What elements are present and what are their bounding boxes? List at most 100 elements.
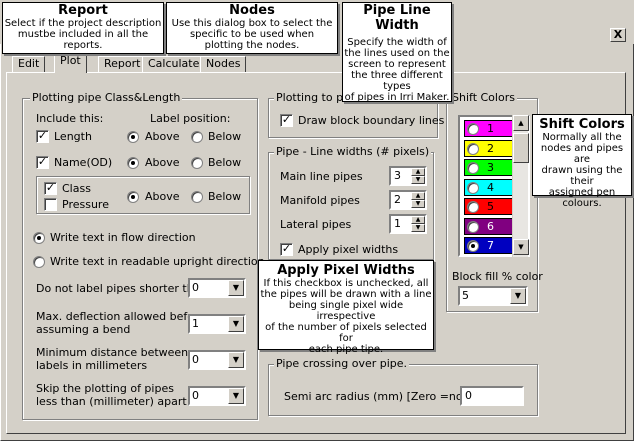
lateral-spinner[interactable]: 1 ▲ ▼	[389, 214, 427, 234]
draw-block-label: Draw block boundary lines	[298, 114, 445, 127]
report-tooltip-line: Select if the project description	[4, 18, 162, 29]
report-tooltip-line: mustbe included in all the reports.	[17, 29, 149, 51]
tab-calculate[interactable]: Calculate	[142, 56, 206, 72]
manifold-label: Manifold pipes	[280, 194, 360, 207]
min-distance-value: 0	[192, 353, 199, 366]
color-item-label: 3	[487, 161, 494, 174]
spin-up-icon[interactable]: ▲	[411, 168, 425, 176]
class-above-radio[interactable]	[127, 191, 139, 203]
block-fill-select[interactable]: 5 ▼	[458, 286, 528, 306]
pipe-line-width-tooltip-line: screen to represent	[348, 59, 446, 70]
color-item-2[interactable]: 2	[464, 139, 514, 157]
chevron-down-icon[interactable]: ▼	[228, 316, 244, 332]
shift-colors-title: Shift Colors	[450, 91, 517, 104]
deflection-select[interactable]: 1 ▼	[188, 314, 246, 334]
min-distance-select[interactable]: 0 ▼	[188, 350, 246, 370]
scroll-down-icon[interactable]: ▼	[513, 239, 529, 255]
color-item-label: 1	[487, 122, 494, 135]
color-item-label: 5	[487, 200, 494, 213]
color-item-1[interactable]: 1	[464, 120, 514, 137]
spin-down-icon[interactable]: ▼	[411, 200, 425, 208]
manifold-value: 2	[394, 193, 401, 206]
short-pipes-label: Do not label pipes shorter than	[36, 282, 208, 295]
chevron-down-icon[interactable]: ▼	[228, 280, 244, 296]
color-item-4[interactable]: 4	[464, 178, 514, 196]
block-fill-value: 5	[462, 289, 469, 302]
length-label: Length	[54, 130, 92, 143]
shift-colors-tooltip-title: Shift Colors	[539, 117, 625, 132]
spin-up-icon[interactable]: ▲	[411, 192, 425, 200]
color-item-6[interactable]: 6	[464, 217, 514, 235]
apply-pixel-widths-tooltip-title: Apply Pixel Widths	[277, 263, 415, 278]
short-pipes-select[interactable]: 0 ▼	[188, 278, 246, 298]
scroll-up-icon[interactable]: ▲	[513, 115, 529, 131]
chevron-down-icon[interactable]: ▼	[228, 388, 244, 404]
color-radio[interactable]	[467, 162, 479, 174]
color-list-scrollbar[interactable]: ▲ ▼	[512, 115, 529, 257]
shift-colors-tooltip: Shift Colors Normally all the nodes and …	[532, 114, 632, 209]
apply-pixel-widths-tooltip-line: the pipes will be drawn with a line	[260, 289, 432, 300]
min-distance-label-1: Minimum distance between	[36, 346, 189, 359]
name-od-checkbox[interactable]: ✓	[36, 156, 49, 169]
spin-down-icon[interactable]: ▼	[411, 224, 425, 232]
color-radio[interactable]	[467, 240, 479, 252]
skip-select[interactable]: 0 ▼	[188, 386, 246, 406]
nodes-tooltip: Nodes Use this dialog box to select the …	[166, 2, 338, 54]
tab-edit[interactable]: Edit	[12, 56, 46, 72]
spin-up-icon[interactable]: ▲	[411, 216, 425, 224]
semi-arc-input[interactable]: 0	[460, 386, 524, 406]
apply-pixel-widths-tooltip-line: each pipe tipe.	[308, 344, 384, 355]
tab-report[interactable]: Report	[98, 56, 147, 72]
close-button[interactable]: X	[610, 28, 626, 42]
length-above-radio[interactable]	[127, 131, 139, 143]
tab-nodes[interactable]: Nodes	[200, 56, 247, 72]
spin-down-icon[interactable]: ▼	[411, 176, 425, 184]
main-line-value: 3	[394, 169, 401, 182]
block-fill-label: Block fill % color	[452, 270, 543, 283]
color-item-label: 6	[487, 219, 494, 233]
color-item-7[interactable]: 7	[464, 237, 514, 254]
class-below-radio[interactable]	[191, 191, 203, 203]
name-od-below-label: Below	[208, 156, 242, 169]
class-label: Class	[62, 182, 91, 195]
pressure-checkbox[interactable]	[44, 198, 57, 211]
upright-direction-radio[interactable]	[33, 256, 45, 268]
min-distance-label-2: labels in millimeters	[36, 359, 148, 372]
class-checkbox[interactable]: ✓	[44, 182, 57, 195]
chevron-down-icon[interactable]: ▼	[510, 288, 526, 304]
main-line-label: Main line pipes	[280, 170, 363, 183]
name-od-above-label: Above	[145, 156, 180, 169]
color-item-3[interactable]: 3	[464, 159, 514, 176]
scroll-thumb[interactable]	[513, 133, 529, 163]
skip-label-2: less than (millimeter) apart	[36, 395, 187, 408]
chevron-down-icon[interactable]: ▼	[228, 352, 244, 368]
color-radio[interactable]	[467, 181, 479, 194]
draw-block-checkbox[interactable]: ✓	[280, 114, 293, 127]
apply-pixel-widths-checkbox[interactable]: ✓	[280, 243, 293, 256]
manifold-spinner[interactable]: 2 ▲ ▼	[389, 190, 427, 210]
plotting-pipe-title: Plotting pipe Class&Length	[30, 91, 183, 104]
color-radio[interactable]	[467, 201, 479, 213]
pipe-line-width-tooltip-line: types	[383, 81, 411, 92]
length-checkbox[interactable]: ✓	[36, 130, 49, 143]
lateral-value: 1	[394, 217, 401, 230]
color-radio[interactable]	[467, 220, 479, 233]
skip-label-1: Skip the plotting of pipes	[36, 382, 174, 395]
flow-direction-label: Write text in flow direction	[50, 231, 196, 244]
semi-arc-label: Semi arc radius (mm) [Zero =none}	[284, 390, 484, 403]
tab-plot[interactable]: Plot	[54, 53, 87, 73]
shift-colors-tooltip-line: Normally all the	[542, 132, 622, 143]
main-line-spinner[interactable]: 3 ▲ ▼	[389, 166, 427, 186]
lateral-label: Lateral pipes	[280, 218, 352, 231]
color-item-label: 7	[487, 239, 494, 252]
length-below-radio[interactable]	[191, 131, 203, 143]
color-radio[interactable]	[467, 142, 479, 155]
length-above-label: Above	[145, 130, 180, 143]
flow-direction-radio[interactable]	[33, 232, 45, 244]
color-item-5[interactable]: 5	[464, 198, 514, 215]
include-header: Include this:	[36, 112, 104, 125]
color-radio[interactable]	[467, 123, 479, 135]
name-od-above-radio[interactable]	[127, 157, 139, 169]
nodes-tooltip-line: plotting the nodes.	[204, 40, 300, 51]
name-od-below-radio[interactable]	[191, 157, 203, 169]
